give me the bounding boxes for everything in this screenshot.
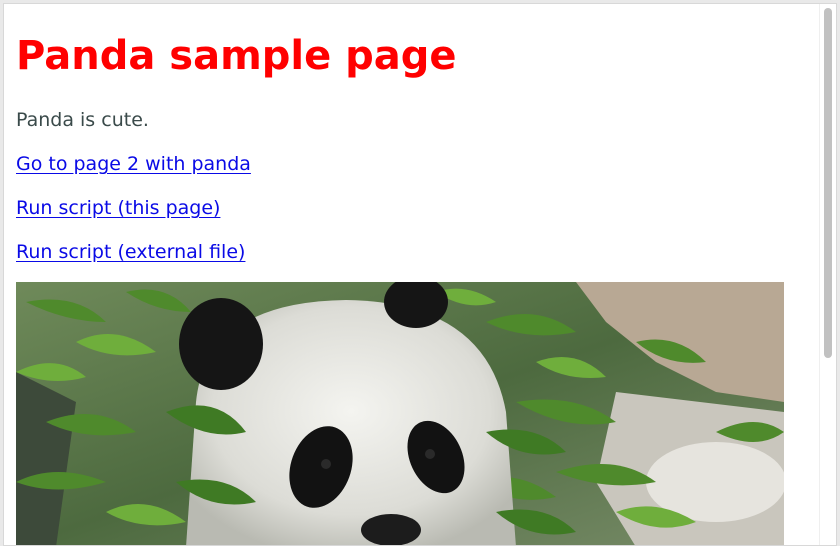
run-script-inline-link[interactable]: Run script (this page) — [16, 197, 220, 219]
link-paragraph: Run script (this page) — [16, 196, 220, 220]
link-paragraph: Run script (external file) — [16, 240, 245, 264]
panda-image — [16, 282, 784, 545]
page-content: Panda sample page Panda is cute. Go to p… — [16, 4, 806, 545]
page-title: Panda sample page — [16, 33, 457, 79]
link-paragraph: Go to page 2 with panda — [16, 152, 251, 176]
scrollbar-thumb[interactable] — [824, 8, 832, 358]
run-script-external-link[interactable]: Run script (external file) — [16, 241, 245, 263]
browser-viewport: Panda sample page Panda is cute. Go to p… — [3, 3, 837, 546]
page2-link[interactable]: Go to page 2 with panda — [16, 153, 251, 175]
vertical-scrollbar[interactable] — [819, 4, 836, 545]
page-description: Panda is cute. — [16, 109, 149, 131]
